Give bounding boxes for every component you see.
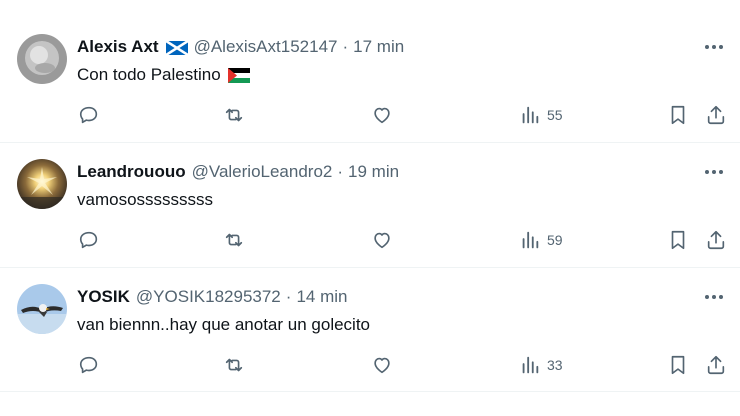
share-button[interactable] bbox=[705, 102, 727, 128]
bookmark-button[interactable] bbox=[667, 102, 689, 128]
share-icon bbox=[707, 230, 725, 250]
views-button[interactable]: 55 bbox=[519, 102, 563, 128]
reply-icon bbox=[79, 356, 98, 374]
palestine-flag-icon bbox=[227, 67, 250, 83]
like-button[interactable] bbox=[371, 352, 393, 378]
tweet[interactable]: Leandrououo @ValerioLeandro2 · 19 min va… bbox=[0, 143, 740, 267]
timestamp[interactable]: 14 min bbox=[296, 287, 347, 307]
separator-dot: · bbox=[337, 162, 344, 181]
tweet-text: Con todo Palestino bbox=[77, 64, 250, 86]
retweet-button[interactable] bbox=[223, 352, 245, 378]
timeline-feed: Alexis Axt @AlexisAxt152147 · 17 min Con… bbox=[0, 0, 740, 416]
separator-dot: · bbox=[342, 37, 349, 56]
views-count: 55 bbox=[547, 107, 563, 123]
user-handle[interactable]: @YOSIK18295372 bbox=[136, 287, 281, 307]
retweet-icon bbox=[225, 358, 243, 372]
separator-dot: · bbox=[285, 287, 292, 306]
tweet-text-content: Con todo Palestino bbox=[77, 65, 221, 84]
tweet-text-content: vamososssssssss bbox=[77, 190, 214, 209]
tweet-actions: 59 bbox=[0, 227, 740, 253]
tweet[interactable]: Alexis Axt @AlexisAxt152147 · 17 min Con… bbox=[0, 18, 740, 142]
tweet[interactable]: YOSIK @YOSIK18295372 · 14 min van biennn… bbox=[0, 268, 740, 392]
display-name[interactable]: Alexis Axt bbox=[77, 37, 159, 57]
like-button[interactable] bbox=[371, 227, 393, 253]
like-icon bbox=[374, 107, 390, 124]
reply-button[interactable] bbox=[78, 352, 100, 378]
more-icon[interactable] bbox=[703, 161, 725, 183]
reply-button[interactable] bbox=[78, 102, 100, 128]
scotland-flag-icon bbox=[164, 39, 189, 57]
tweet-actions: 55 bbox=[0, 102, 740, 128]
reply-icon bbox=[79, 231, 98, 249]
avatar[interactable] bbox=[17, 34, 67, 84]
more-icon[interactable] bbox=[703, 36, 725, 58]
share-icon bbox=[707, 105, 725, 125]
timestamp[interactable]: 17 min bbox=[353, 37, 404, 57]
share-button[interactable] bbox=[705, 227, 727, 253]
bookmark-icon bbox=[671, 230, 685, 250]
views-count: 59 bbox=[547, 232, 563, 248]
share-button[interactable] bbox=[705, 352, 727, 378]
bookmark-icon bbox=[671, 355, 685, 375]
tweet-text: vamososssssssss bbox=[77, 189, 213, 211]
tweet-actions: 33 bbox=[0, 352, 740, 378]
tweet-text: van biennn..hay que anotar un golecito bbox=[77, 314, 370, 336]
user-handle[interactable]: @ValerioLeandro2 bbox=[192, 162, 333, 182]
display-name[interactable]: Leandrououo bbox=[77, 162, 186, 182]
more-icon[interactable] bbox=[703, 286, 725, 308]
retweet-button[interactable] bbox=[223, 227, 245, 253]
views-icon bbox=[522, 231, 539, 249]
views-button[interactable]: 33 bbox=[519, 352, 563, 378]
tweet-header: Alexis Axt @AlexisAxt152147 · 17 min bbox=[77, 36, 404, 58]
reply-icon bbox=[79, 106, 98, 124]
bookmark-icon bbox=[671, 105, 685, 125]
tweet-divider bbox=[0, 391, 740, 392]
retweet-button[interactable] bbox=[223, 102, 245, 128]
like-icon bbox=[374, 357, 390, 374]
views-icon bbox=[522, 356, 539, 374]
retweet-icon bbox=[225, 108, 243, 122]
bookmark-button[interactable] bbox=[667, 227, 689, 253]
reply-button[interactable] bbox=[78, 227, 100, 253]
avatar[interactable] bbox=[17, 284, 67, 334]
avatar[interactable] bbox=[17, 159, 67, 209]
retweet-icon bbox=[225, 233, 243, 247]
views-icon bbox=[522, 106, 539, 124]
tweet-header: YOSIK @YOSIK18295372 · 14 min bbox=[77, 286, 347, 308]
timestamp[interactable]: 19 min bbox=[348, 162, 399, 182]
views-count: 33 bbox=[547, 357, 563, 373]
like-button[interactable] bbox=[371, 102, 393, 128]
tweet-text-content: van biennn..hay que anotar un golecito bbox=[77, 315, 371, 334]
views-button[interactable]: 59 bbox=[519, 227, 563, 253]
bookmark-button[interactable] bbox=[667, 352, 689, 378]
share-icon bbox=[707, 355, 725, 375]
like-icon bbox=[374, 232, 390, 249]
tweet-header: Leandrououo @ValerioLeandro2 · 19 min bbox=[77, 161, 399, 183]
display-name[interactable]: YOSIK bbox=[77, 287, 130, 307]
user-handle[interactable]: @AlexisAxt152147 bbox=[194, 37, 338, 57]
